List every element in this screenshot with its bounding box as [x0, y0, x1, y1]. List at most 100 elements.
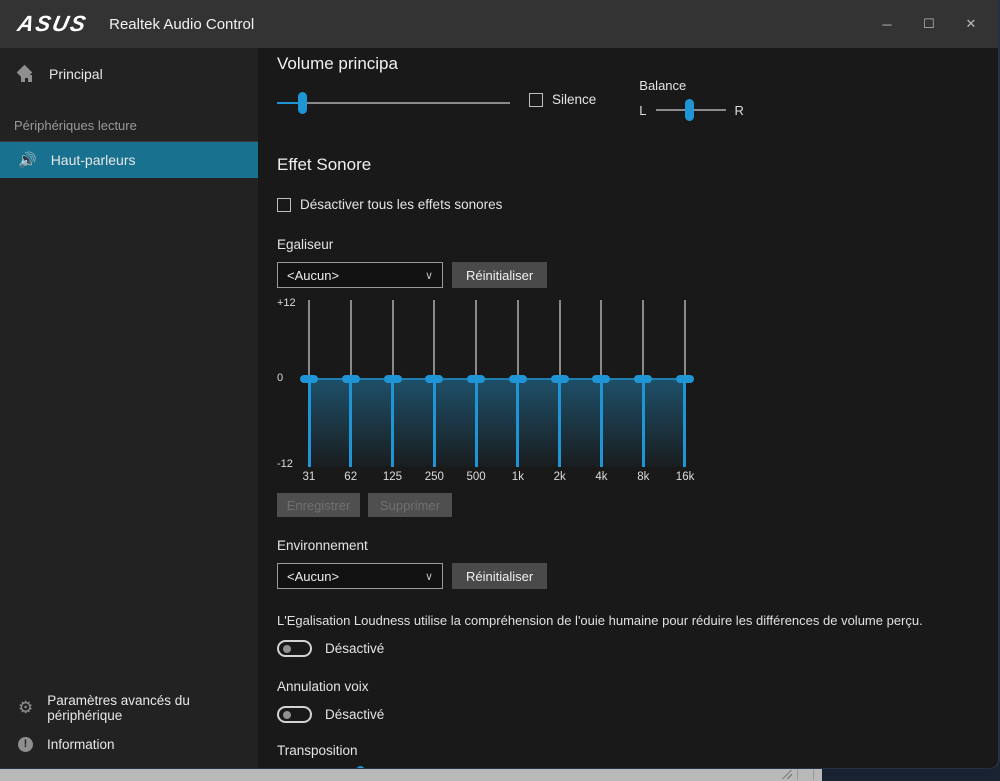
balance-right-label: R — [735, 103, 744, 118]
sound-effect-title: Effet Sonore — [277, 155, 996, 175]
eq-band-handle[interactable] — [676, 375, 694, 383]
eq-band-freq-label: 250 — [413, 471, 455, 483]
eq-band-freq-label: 62 — [330, 471, 372, 483]
voice-cancellation-toggle[interactable] — [277, 706, 312, 723]
eq-band-slider[interactable] — [299, 300, 319, 467]
equalizer-reset-button[interactable]: Réinitialiser — [452, 262, 547, 288]
sidebar-item-information[interactable]: ! Information — [0, 726, 258, 762]
eq-band-slider[interactable] — [383, 300, 403, 467]
main-volume-title: Volume principa — [277, 54, 996, 74]
balance-slider-knob[interactable] — [685, 99, 694, 121]
pitch-label: Transposition — [277, 743, 996, 758]
balance-group: Balance L R — [639, 78, 744, 121]
eq-band-handle[interactable] — [592, 375, 610, 383]
chevron-down-icon: ∨ — [425, 570, 433, 583]
mute-control[interactable]: Silence — [529, 92, 596, 107]
eq-band-freq-label: 4k — [581, 471, 623, 483]
eq-band-handle[interactable] — [425, 375, 443, 383]
sidebar-item-speakers[interactable]: 🔊 Haut-parleurs — [0, 142, 258, 178]
chevron-down-icon: ∨ — [425, 269, 433, 282]
sidebar-item-label: Haut-parleurs — [51, 152, 136, 168]
loudness-description: L'Egalisation Loudness utilise la compré… — [277, 613, 937, 628]
eq-band-freq-label: 1k — [497, 471, 539, 483]
eq-band-slider[interactable] — [424, 300, 444, 467]
main-volume-slider[interactable] — [277, 92, 510, 114]
sidebar-item-label: Principal — [49, 66, 103, 82]
balance-slider[interactable] — [656, 99, 726, 121]
eq-band-freq-label: 8k — [622, 471, 664, 483]
resize-grip-icon — [782, 770, 792, 779]
eq-band-slider[interactable] — [633, 300, 653, 467]
equalizer-preset-row: <Aucun> ∨ Réinitialiser — [277, 262, 996, 288]
balance-left-label: L — [639, 103, 646, 118]
eq-band-handle[interactable] — [551, 375, 569, 383]
window-controls: ─ ☐ ✕ — [866, 0, 992, 48]
voice-cancellation-state-label: Désactivé — [325, 707, 384, 722]
close-button[interactable]: ✕ — [950, 9, 992, 39]
loudness-state-label: Désactivé — [325, 641, 384, 656]
pitch-slider[interactable] — [277, 766, 443, 768]
eq-band-slider[interactable] — [341, 300, 361, 467]
equalizer-preset-value: <Aucun> — [287, 268, 339, 283]
eq-band-freq-label: 16k — [664, 471, 706, 483]
loudness-toggle-row: Désactivé — [277, 640, 996, 657]
eq-band-slider[interactable] — [550, 300, 570, 467]
eq-band-slider[interactable] — [675, 300, 695, 467]
minimize-button[interactable]: ─ — [866, 9, 908, 39]
equalizer-label: Egaliseur — [277, 237, 996, 252]
equalizer-preset-dropdown[interactable]: <Aucun> ∨ — [277, 262, 443, 288]
eq-band-freq-label: 31 — [288, 471, 330, 483]
sidebar-item-advanced-settings[interactable]: ⚙ Paramètres avancés du périphérique — [0, 690, 258, 726]
sidebar-item-label: Paramètres avancés du périphérique — [47, 693, 258, 723]
eq-save-button[interactable]: Enregistrer — [277, 493, 360, 517]
eq-band-handle[interactable] — [509, 375, 527, 383]
eq-band-freq-label: 125 — [372, 471, 414, 483]
background-window-statusbar — [0, 768, 822, 781]
eq-delete-button[interactable]: Supprimer — [368, 493, 452, 517]
loudness-toggle[interactable] — [277, 640, 312, 657]
gear-icon: ⚙ — [18, 698, 33, 718]
sidebar: Principal Périphériques lecture 🔊 Haut-p… — [0, 48, 258, 768]
app-title: Realtek Audio Control — [109, 16, 254, 33]
sidebar-footer: ⚙ Paramètres avancés du périphérique ! I… — [0, 690, 258, 762]
eq-band-handle[interactable] — [634, 375, 652, 383]
eq-scale-bottom: -12 — [277, 458, 293, 470]
environment-label: Environnement — [277, 538, 996, 553]
mute-checkbox[interactable] — [529, 93, 543, 107]
eq-band-handle[interactable] — [342, 375, 360, 383]
eq-band-freq-label: 2k — [539, 471, 581, 483]
sidebar-item-principal[interactable]: Principal — [0, 56, 258, 92]
disable-all-effects-checkbox[interactable] — [277, 198, 291, 212]
volume-slider-knob[interactable] — [298, 92, 307, 114]
main-content: Volume principa Silence Balance L — [258, 48, 996, 768]
disable-all-effects-control[interactable]: Désactiver tous les effets sonores — [277, 197, 996, 212]
maximize-button[interactable]: ☐ — [908, 9, 950, 39]
info-icon: ! — [18, 737, 33, 752]
eq-band-slider[interactable] — [466, 300, 486, 467]
eq-band-handle[interactable] — [384, 375, 402, 383]
eq-band-handle[interactable] — [467, 375, 485, 383]
home-icon — [18, 67, 35, 82]
eq-band-slider[interactable] — [591, 300, 611, 467]
titlebar: ASUS Realtek Audio Control ─ ☐ ✕ — [0, 0, 998, 48]
volume-row: Silence Balance L R — [277, 78, 996, 121]
asus-logo: ASUS — [15, 11, 90, 37]
environment-preset-dropdown[interactable]: <Aucun> ∨ — [277, 563, 443, 589]
eq-band-handle[interactable] — [300, 375, 318, 383]
eq-preset-buttons: Enregistrer Supprimer — [277, 493, 996, 517]
equalizer: +12 0 -12 — [277, 300, 707, 467]
environment-reset-button[interactable]: Réinitialiser — [452, 563, 547, 589]
balance-label: Balance — [639, 78, 744, 93]
eq-band-freq-label: 500 — [455, 471, 497, 483]
environment-preset-value: <Aucun> — [287, 569, 339, 584]
balance-row: L R — [639, 99, 744, 121]
sidebar-section-playback-devices: Périphériques lecture — [0, 92, 258, 141]
eq-freq-labels: 31621252505001k2k4k8k16k — [288, 471, 706, 483]
sidebar-item-label: Information — [47, 737, 115, 752]
realtek-audio-control-window: ASUS Realtek Audio Control ─ ☐ ✕ Princip… — [0, 0, 1000, 769]
eq-band-slider[interactable] — [508, 300, 528, 467]
eq-scale-top: +12 — [277, 297, 296, 309]
pitch-slider-knob[interactable] — [356, 766, 365, 768]
environment-preset-row: <Aucun> ∨ Réinitialiser — [277, 563, 996, 589]
voice-cancellation-toggle-row: Désactivé — [277, 706, 996, 723]
